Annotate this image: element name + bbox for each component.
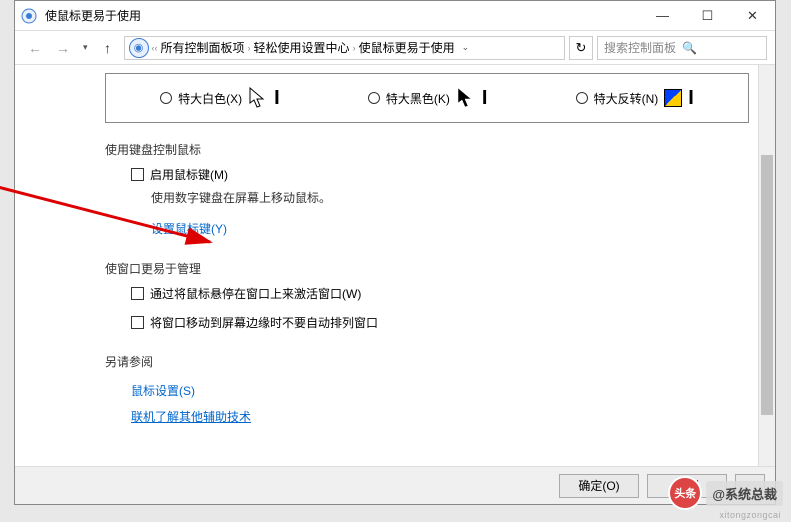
window-controls: — ☐ ✕ <box>640 1 775 30</box>
section-keyboard-mouse: 使用键盘控制鼠标 <box>105 141 749 158</box>
breadcrumb-item[interactable]: 所有控制面板项 <box>161 39 245 56</box>
maximize-button[interactable]: ☐ <box>685 1 730 30</box>
radio-icon[interactable] <box>160 92 172 104</box>
link-learn-more[interactable]: 联机了解其他辅助技术 <box>131 408 251 425</box>
cursor-label: 特大反转(N) <box>594 90 659 107</box>
option-enable-mouse-keys[interactable]: 启用鼠标键(M) <box>131 166 749 183</box>
breadcrumb-bar[interactable]: ◉ ‹‹ 所有控制面板项 › 轻松使用设置中心 › 使鼠标更易于使用 ⌄ <box>124 36 565 60</box>
close-button[interactable]: ✕ <box>730 1 775 30</box>
radio-icon[interactable] <box>368 92 380 104</box>
location-icon: ◉ <box>129 38 149 58</box>
watermark: 头条 @系统总裁 <box>668 476 783 510</box>
section-window-mgmt: 使窗口更易于管理 <box>105 260 749 277</box>
refresh-button[interactable]: ↻ <box>569 36 593 60</box>
option-hover-activate[interactable]: 通过将鼠标悬停在窗口上来激活窗口(W) <box>131 285 749 302</box>
search-icon: 🔍 <box>682 41 760 55</box>
option-label: 通过将鼠标悬停在窗口上来激活窗口(W) <box>150 285 361 302</box>
breadcrumb-item[interactable]: 使鼠标更易于使用 <box>359 39 455 56</box>
control-panel-window: 使鼠标更易于使用 — ☐ ✕ ← → ▾ ↑ ◉ ‹‹ 所有控制面板项 › 轻松… <box>14 0 776 505</box>
cursor-preview-invert <box>664 89 682 107</box>
window-title: 使鼠标更易于使用 <box>43 7 640 24</box>
breadcrumb-sep: ‹‹ <box>152 43 158 53</box>
ok-button[interactable]: 确定(O) <box>559 474 639 498</box>
ibeam-preview: I <box>482 87 488 110</box>
dialog-footer: 确定(O) 取消 <box>15 466 775 504</box>
back-button[interactable]: ← <box>23 36 47 60</box>
breadcrumb-item[interactable]: 轻松使用设置中心 <box>254 39 350 56</box>
cursor-option-extra-black[interactable]: 特大黑色(K) I <box>368 87 488 110</box>
search-input[interactable]: 搜索控制面板 🔍 <box>597 36 767 60</box>
chevron-right-icon: › <box>248 43 251 53</box>
cursor-label: 特大黑色(K) <box>386 90 450 107</box>
watermark-text: @系统总裁 <box>706 481 783 506</box>
option-no-snap[interactable]: 将窗口移动到屏幕边缘时不要自动排列窗口 <box>131 314 749 331</box>
minimize-button[interactable]: — <box>640 1 685 30</box>
titlebar: 使鼠标更易于使用 — ☐ ✕ <box>15 1 775 31</box>
cursor-preview-white <box>248 87 268 109</box>
watermark-url: xitongzongcai <box>719 510 781 520</box>
link-mouse-settings[interactable]: 鼠标设置(S) <box>131 382 195 399</box>
link-setup-mouse-keys[interactable]: 设置鼠标键(Y) <box>151 220 227 237</box>
app-icon <box>21 8 37 24</box>
radio-icon[interactable] <box>576 92 588 104</box>
history-dropdown-icon[interactable]: ▾ <box>79 42 92 53</box>
cursor-preview-black <box>456 87 476 109</box>
watermark-badge: 头条 <box>668 476 702 510</box>
cursor-option-extra-white[interactable]: 特大白色(X) I <box>160 87 280 110</box>
option-label: 将窗口移动到屏幕边缘时不要自动排列窗口 <box>150 314 378 331</box>
vertical-scrollbar[interactable] <box>758 65 775 466</box>
ibeam-preview: I <box>274 87 280 110</box>
cursor-scheme-group: 特大白色(X) I 特大黑色(K) I 特大反转(N) I <box>105 73 749 123</box>
ibeam-preview: I <box>688 87 694 110</box>
checkbox-icon[interactable] <box>131 287 144 300</box>
cursor-option-extra-invert[interactable]: 特大反转(N) I <box>576 87 694 110</box>
section-see-also: 另请参阅 <box>105 353 749 370</box>
checkbox-icon[interactable] <box>131 316 144 329</box>
scrollbar-thumb[interactable] <box>761 155 773 415</box>
chevron-right-icon: › <box>353 43 356 53</box>
up-button[interactable]: ↑ <box>96 36 120 60</box>
cursor-label: 特大白色(X) <box>178 90 242 107</box>
checkbox-icon[interactable] <box>131 168 144 181</box>
forward-button[interactable]: → <box>51 36 75 60</box>
mouse-keys-description: 使用数字键盘在屏幕上移动鼠标。 <box>151 189 749 206</box>
content-area: 特大白色(X) I 特大黑色(K) I 特大反转(N) I 使用键盘控制鼠标 启… <box>15 65 775 466</box>
option-label: 启用鼠标键(M) <box>150 166 228 183</box>
search-placeholder: 搜索控制面板 <box>604 39 682 56</box>
nav-toolbar: ← → ▾ ↑ ◉ ‹‹ 所有控制面板项 › 轻松使用设置中心 › 使鼠标更易于… <box>15 31 775 65</box>
breadcrumb-dropdown-icon[interactable]: ⌄ <box>458 42 474 53</box>
